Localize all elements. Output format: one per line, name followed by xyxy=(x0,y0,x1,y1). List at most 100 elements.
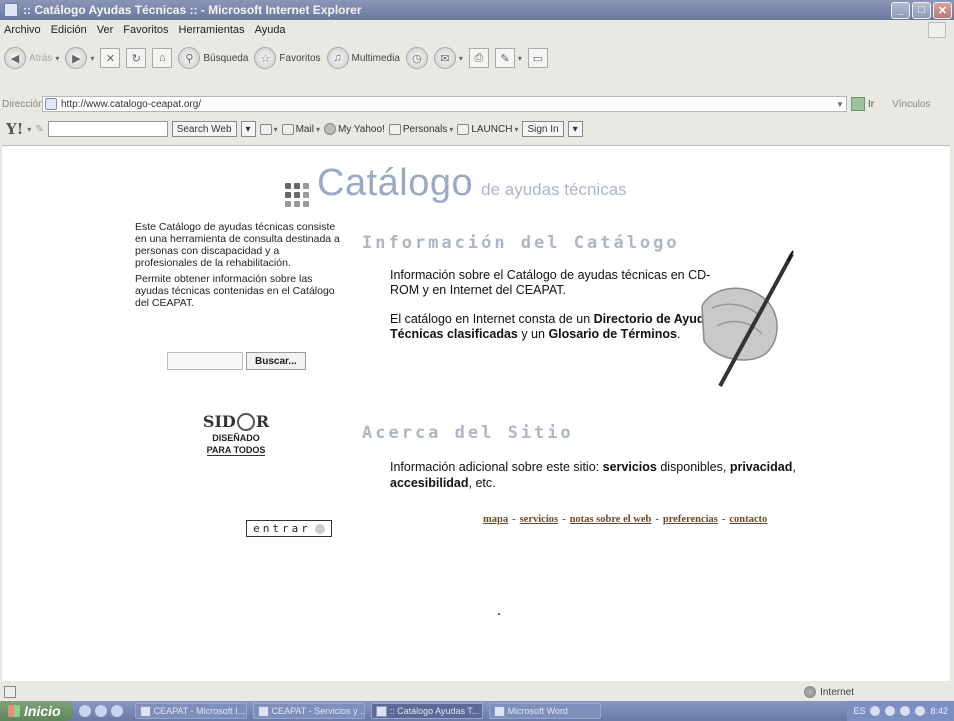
back-button[interactable]: ◀ Atrás ▾ xyxy=(4,47,59,69)
back-arrow-icon: ◀ xyxy=(4,47,26,69)
sign-in-button[interactable]: Sign In xyxy=(522,121,564,137)
window-title: :: Catálogo Ayudas Técnicas :: - Microso… xyxy=(23,3,362,17)
taskbar-item[interactable]: CEAPAT - Servicios y ... xyxy=(252,703,365,719)
launch-icon xyxy=(457,123,470,135)
window-title-bar[interactable]: :: Catálogo Ayudas Técnicas :: - Microso… xyxy=(0,0,954,20)
task-label: CEAPAT - Microsoft I... xyxy=(153,706,246,716)
highlight-dropdown-icon: ▾ xyxy=(273,124,278,134)
favorites-label: Favoritos xyxy=(279,52,321,64)
history-button[interactable]: ◷ xyxy=(405,47,428,69)
tray-icon[interactable] xyxy=(915,706,926,716)
address-url: http://www.catalogo-ceapat.org/ xyxy=(61,98,202,110)
taskbar-item[interactable]: Microsoft Word xyxy=(488,703,601,719)
highlight-icon xyxy=(259,123,272,135)
menu-favoritos[interactable]: Favoritos xyxy=(123,24,168,36)
my-yahoo-button[interactable]: My Yahoo! xyxy=(323,123,385,135)
links-button[interactable]: Vínculos xyxy=(892,99,930,110)
yahoo-logo[interactable]: Y! xyxy=(6,120,23,138)
back-label: Atrás xyxy=(29,52,53,64)
taskbar-item-active[interactable]: :: Catálogo Ayudas T... xyxy=(370,703,483,719)
menu-archivo[interactable]: Archivo xyxy=(4,24,41,36)
quick-launch-icon[interactable] xyxy=(94,705,107,717)
start-button[interactable]: Inicio xyxy=(0,701,73,721)
glosario-link[interactable]: Glosario de Términos xyxy=(548,327,677,341)
tray-icon[interactable] xyxy=(885,706,896,716)
info-section: Información sobre el Catálogo de ayudas … xyxy=(390,268,720,342)
taskbar-item[interactable]: CEAPAT - Microsoft I... xyxy=(134,703,247,719)
catalog-search-button[interactable]: Buscar... xyxy=(246,352,306,370)
logo-dot xyxy=(285,201,291,207)
footer-link-mapa[interactable]: mapa xyxy=(483,514,508,525)
menu-ver[interactable]: Ver xyxy=(97,24,114,36)
envelope-icon xyxy=(281,123,294,135)
language-indicator[interactable]: ES xyxy=(853,706,865,716)
yahoo-mail-button[interactable]: Mail ▾ xyxy=(281,123,320,135)
footer-link-servicios[interactable]: servicios xyxy=(520,514,559,525)
launch-label: LAUNCH xyxy=(471,123,513,135)
back-dropdown-icon[interactable]: ▾ xyxy=(55,54,59,63)
quick-launch-icon[interactable] xyxy=(110,705,123,717)
maximize-button[interactable]: □ xyxy=(912,1,931,19)
menu-ayuda[interactable]: Ayuda xyxy=(255,24,286,36)
privacidad-link[interactable]: privacidad xyxy=(730,460,793,474)
discuss-icon: ▭ xyxy=(532,52,544,65)
address-input[interactable]: http://www.catalogo-ceapat.org/ ▼ xyxy=(42,96,847,112)
enter-button[interactable]: entrar xyxy=(246,520,332,537)
footer-link-notas[interactable]: notas sobre el web xyxy=(570,514,652,525)
minimize-button[interactable]: _ xyxy=(891,1,910,19)
catalog-search: Buscar... xyxy=(167,352,306,370)
footer-link-contacto[interactable]: contacto xyxy=(729,514,767,525)
edit-dropdown-icon[interactable]: ▾ xyxy=(518,54,522,63)
servicios-link[interactable]: servicios xyxy=(603,460,657,474)
pencil-icon[interactable]: ✎ xyxy=(35,124,43,135)
catalog-search-input[interactable] xyxy=(167,352,243,370)
yahoo-search-options-dropdown[interactable]: ▾ xyxy=(240,121,256,137)
enter-arrow-icon xyxy=(314,523,325,534)
multimedia-label: Multimedia xyxy=(351,52,400,64)
home-button[interactable]: ⌂ xyxy=(152,48,173,68)
intro-paragraph-1: Este Catálogo de ayudas técnicas consist… xyxy=(135,221,340,269)
task-label: Microsoft Word xyxy=(507,706,568,716)
dots-logo-icon xyxy=(285,183,309,207)
system-tray: ES 8:42 xyxy=(847,701,954,721)
go-button[interactable]: Ir xyxy=(851,97,874,111)
yahoo-highlight-button[interactable]: ▾ xyxy=(259,123,278,135)
accesibilidad-link[interactable]: accesibilidad xyxy=(390,476,469,490)
sidar-logo-text-right: R xyxy=(255,412,270,431)
discuss-button[interactable]: ▭ xyxy=(527,48,548,68)
close-button[interactable]: ✕ xyxy=(933,1,952,19)
forward-button[interactable]: ▶ ▾ xyxy=(65,47,94,69)
stop-button[interactable]: ✕ xyxy=(100,48,121,68)
favorites-button[interactable]: ☆ Favoritos xyxy=(254,47,321,69)
about-heading: Acerca del Sitio xyxy=(362,423,574,443)
windows-logo-icon xyxy=(928,22,946,38)
yahoo-search-input[interactable] xyxy=(47,121,168,137)
personals-button[interactable]: Personals ▾ xyxy=(388,123,453,135)
print-button[interactable]: ⎙ xyxy=(468,48,489,68)
mail-button[interactable]: ✉ ▾ xyxy=(433,47,463,69)
volume-icon[interactable] xyxy=(900,706,911,716)
forward-dropdown-icon[interactable]: ▾ xyxy=(90,54,94,63)
launch-button[interactable]: LAUNCH ▾ xyxy=(457,123,518,135)
intro-text: Este Catálogo de ayudas técnicas consist… xyxy=(135,221,340,309)
personals-label: Personals xyxy=(402,123,448,135)
tray-icon[interactable] xyxy=(870,706,881,716)
footer-separator: - xyxy=(562,514,566,525)
yahoo-menu-dropdown-icon[interactable]: ▾ xyxy=(27,125,31,134)
badge-line-1: DISEÑADO xyxy=(212,433,260,443)
go-label: Ir xyxy=(868,98,875,110)
edit-button[interactable]: ✎ ▾ xyxy=(494,48,522,68)
yahoo-search-button[interactable]: Search Web xyxy=(171,121,237,137)
forward-arrow-icon: ▶ xyxy=(65,47,88,69)
quick-launch-icon[interactable] xyxy=(78,705,91,717)
footer-link-preferencias[interactable]: preferencias xyxy=(663,514,718,525)
search-button[interactable]: ⚲ Búsqueda xyxy=(178,47,248,69)
sidar-badge[interactable]: SID R DISEÑADO PARA TODOS xyxy=(196,402,276,464)
menu-edicion[interactable]: Edición xyxy=(51,24,87,36)
menu-herramientas[interactable]: Herramientas xyxy=(179,24,245,36)
multimedia-button[interactable]: ♫ Multimedia xyxy=(326,47,400,69)
sign-in-dropdown[interactable]: ▾ xyxy=(567,121,583,137)
mail-dropdown-icon[interactable]: ▾ xyxy=(459,54,463,63)
address-dropdown-icon[interactable]: ▼ xyxy=(834,100,846,109)
refresh-button[interactable]: ↻ xyxy=(126,48,147,68)
